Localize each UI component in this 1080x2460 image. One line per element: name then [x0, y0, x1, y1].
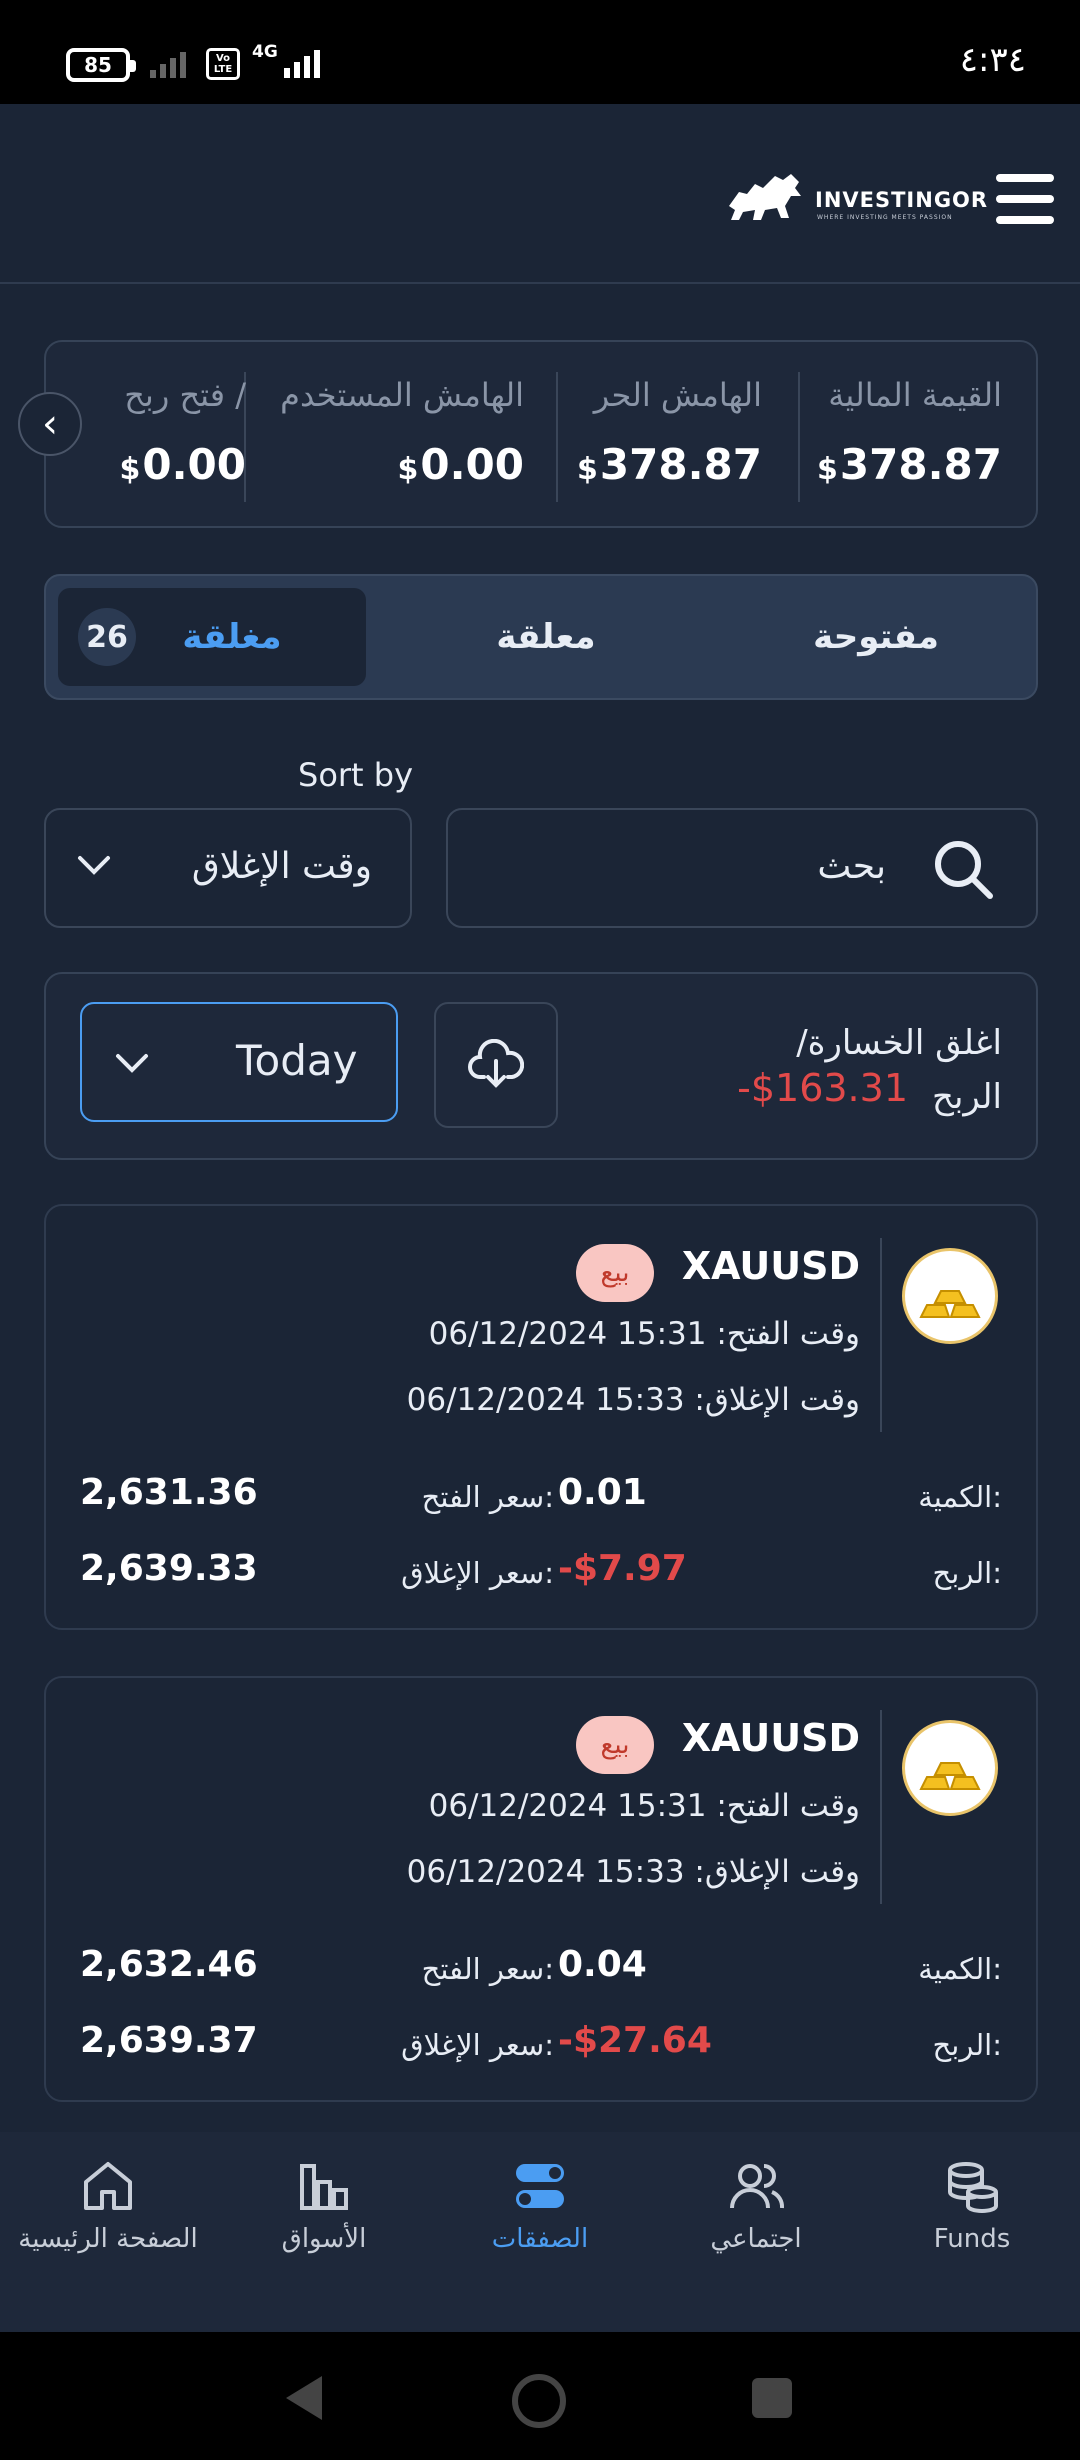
chevron-left-icon[interactable]: ‹	[18, 392, 82, 456]
profit-label: الربح:	[932, 2028, 1002, 2062]
tab-closed-label: مغلقة	[182, 617, 282, 657]
nav-label: Funds	[933, 2224, 1011, 2254]
account-summary: القيمة المالية $378.87 الهامش الحر $378.…	[44, 340, 1038, 528]
recent-apps-icon[interactable]	[752, 2378, 792, 2418]
trades-toggle-icon	[516, 2164, 564, 2208]
close-price-value: 2,639.37	[80, 2020, 258, 2061]
signal-icon-sim1	[150, 46, 186, 78]
coins-icon	[948, 2162, 998, 2213]
network-type: 4G	[252, 42, 278, 62]
trade-symbol: XAUUSD	[681, 1244, 860, 1288]
summary-label: الهامش الحر	[593, 376, 762, 414]
bull-icon	[729, 174, 801, 220]
sort-label: Sort by	[298, 756, 414, 794]
sort-value: وقت الإغلاق	[191, 846, 372, 887]
date-filter-value: Today	[236, 1036, 358, 1085]
summary-free-margin: الهامش الحر $378.87	[572, 342, 762, 526]
profit-value: -$7.97	[558, 1548, 687, 1589]
tab-open[interactable]: مفتوحة	[736, 576, 1016, 698]
nav-social[interactable]: اجتماعي	[656, 2156, 856, 2262]
close-price-label: سعر الإغلاق:	[401, 1556, 554, 1590]
nav-home[interactable]: الصفحة الرئيسية	[8, 2156, 208, 2262]
summary-value: $0.00	[397, 440, 524, 489]
search-input[interactable]: بحث	[446, 808, 1038, 928]
search-placeholder: بحث	[817, 846, 886, 887]
qty-label: الكمية:	[918, 1952, 1002, 1986]
tab-closed[interactable]: 26 مغلقة	[58, 588, 366, 686]
qty-label: الكمية:	[918, 1480, 1002, 1514]
nav-label: الصفقات	[491, 2224, 589, 2254]
qty-value: 0.01	[558, 1472, 647, 1513]
users-icon	[730, 2164, 785, 2209]
open-price-value: 2,632.46	[80, 1944, 258, 1985]
closed-count-badge: 26	[78, 608, 136, 666]
volte-icon: Vo LTE	[206, 48, 240, 80]
summary-equity: القيمة المالية $378.87	[812, 342, 1002, 526]
system-nav-bar	[0, 2332, 1080, 2460]
nav-label: الصفحة الرئيسية	[18, 2224, 198, 2254]
bar-chart-icon	[300, 2164, 348, 2210]
trade-card[interactable]: XAUUSD بيع وقت الفتح: 15:31 06/12/2024 و…	[44, 1204, 1038, 1630]
profit-value: -$27.64	[558, 2020, 712, 2061]
back-icon[interactable]	[286, 2376, 322, 2420]
divider	[798, 372, 800, 502]
summary-value: $378.87	[817, 440, 1002, 489]
trade-card[interactable]: XAUUSD بيع وقت الفتح: 15:31 06/12/2024 و…	[44, 1676, 1038, 2102]
tab-pending[interactable]: معلقة	[406, 576, 686, 698]
close-price-value: 2,639.33	[80, 1548, 258, 1589]
qty-value: 0.04	[558, 1944, 647, 1985]
signal-icon-sim2	[284, 46, 320, 78]
gold-bars-icon	[902, 1720, 998, 1816]
nav-trades[interactable]: الصفقات	[440, 2156, 640, 2262]
open-price-value: 2,631.36	[80, 1472, 258, 1513]
summary-used-margin: الهامش المستخدم $0.00	[274, 342, 524, 526]
home-circle-icon[interactable]	[512, 2374, 566, 2428]
nav-funds[interactable]: Funds	[872, 2156, 1072, 2262]
pnl-value: -$163.31	[737, 1066, 908, 1110]
battery-level: 85	[84, 53, 112, 77]
divider	[556, 372, 558, 502]
sell-badge: بيع	[576, 1716, 654, 1774]
hamburger-menu-icon[interactable]	[996, 174, 1054, 224]
download-button[interactable]	[434, 1002, 558, 1128]
profit-label: الربح:	[932, 1556, 1002, 1590]
cloud-download-icon	[468, 1039, 524, 1088]
nav-label: اجتماعي	[710, 2224, 802, 2254]
status-bar: 85 Vo LTE 4G ٤:٣٤	[0, 0, 1080, 104]
close-time-row: وقت الإغلاق: 15:33 06/12/2024	[406, 1382, 860, 1418]
chevron-down-icon	[116, 1054, 148, 1073]
trade-status-tabs: مفتوحة معلقة 26 مغلقة	[44, 574, 1038, 700]
search-icon	[935, 841, 993, 899]
close-time-row: وقت الإغلاق: 15:33 06/12/2024	[406, 1854, 860, 1890]
open-price-label: سعر الفتح:	[421, 1952, 554, 1986]
nav-label: الأسواق	[281, 2224, 367, 2254]
brand-logo[interactable]: INVESTINGOR WHERE INVESTING MEETS PASSIO…	[725, 166, 987, 236]
battery-icon: 85	[66, 48, 136, 82]
trade-symbol: XAUUSD	[681, 1716, 860, 1760]
chevron-down-icon	[78, 856, 110, 875]
open-time-row: وقت الفتح: 15:31 06/12/2024	[428, 1788, 860, 1824]
sort-dropdown[interactable]: وقت الإغلاق	[44, 808, 412, 928]
open-price-label: سعر الفتح:	[421, 1480, 554, 1514]
home-icon	[84, 2162, 132, 2210]
summary-label: فتح ربح /	[124, 376, 246, 414]
bottom-nav: الصفحة الرئيسية الأسواق الصفقات اجتماعي …	[0, 2132, 1080, 2332]
brand-tagline: WHERE INVESTING MEETS PASSION	[817, 214, 953, 221]
closed-pnl-panel: اغلق الخسارة/ الربح -$163.31 Today	[44, 972, 1038, 1160]
date-filter-dropdown[interactable]: Today	[80, 1002, 398, 1122]
summary-value: $0.00	[119, 440, 246, 489]
open-time-row: وقت الفتح: 15:31 06/12/2024	[428, 1316, 860, 1352]
nav-markets[interactable]: الأسواق	[224, 2156, 424, 2262]
close-price-label: سعر الإغلاق:	[401, 2028, 554, 2062]
sell-badge: بيع	[576, 1244, 654, 1302]
summary-label: القيمة المالية	[828, 376, 1002, 414]
app-header: INVESTINGOR WHERE INVESTING MEETS PASSIO…	[0, 104, 1080, 284]
summary-value: $378.87	[577, 440, 762, 489]
summary-label: الهامش المستخدم	[280, 376, 524, 414]
brand-name: INVESTINGOR	[815, 188, 989, 212]
divider	[880, 1238, 882, 1432]
status-time: ٤:٣٤	[959, 40, 1026, 80]
gold-bars-icon	[902, 1248, 998, 1344]
divider	[880, 1710, 882, 1904]
